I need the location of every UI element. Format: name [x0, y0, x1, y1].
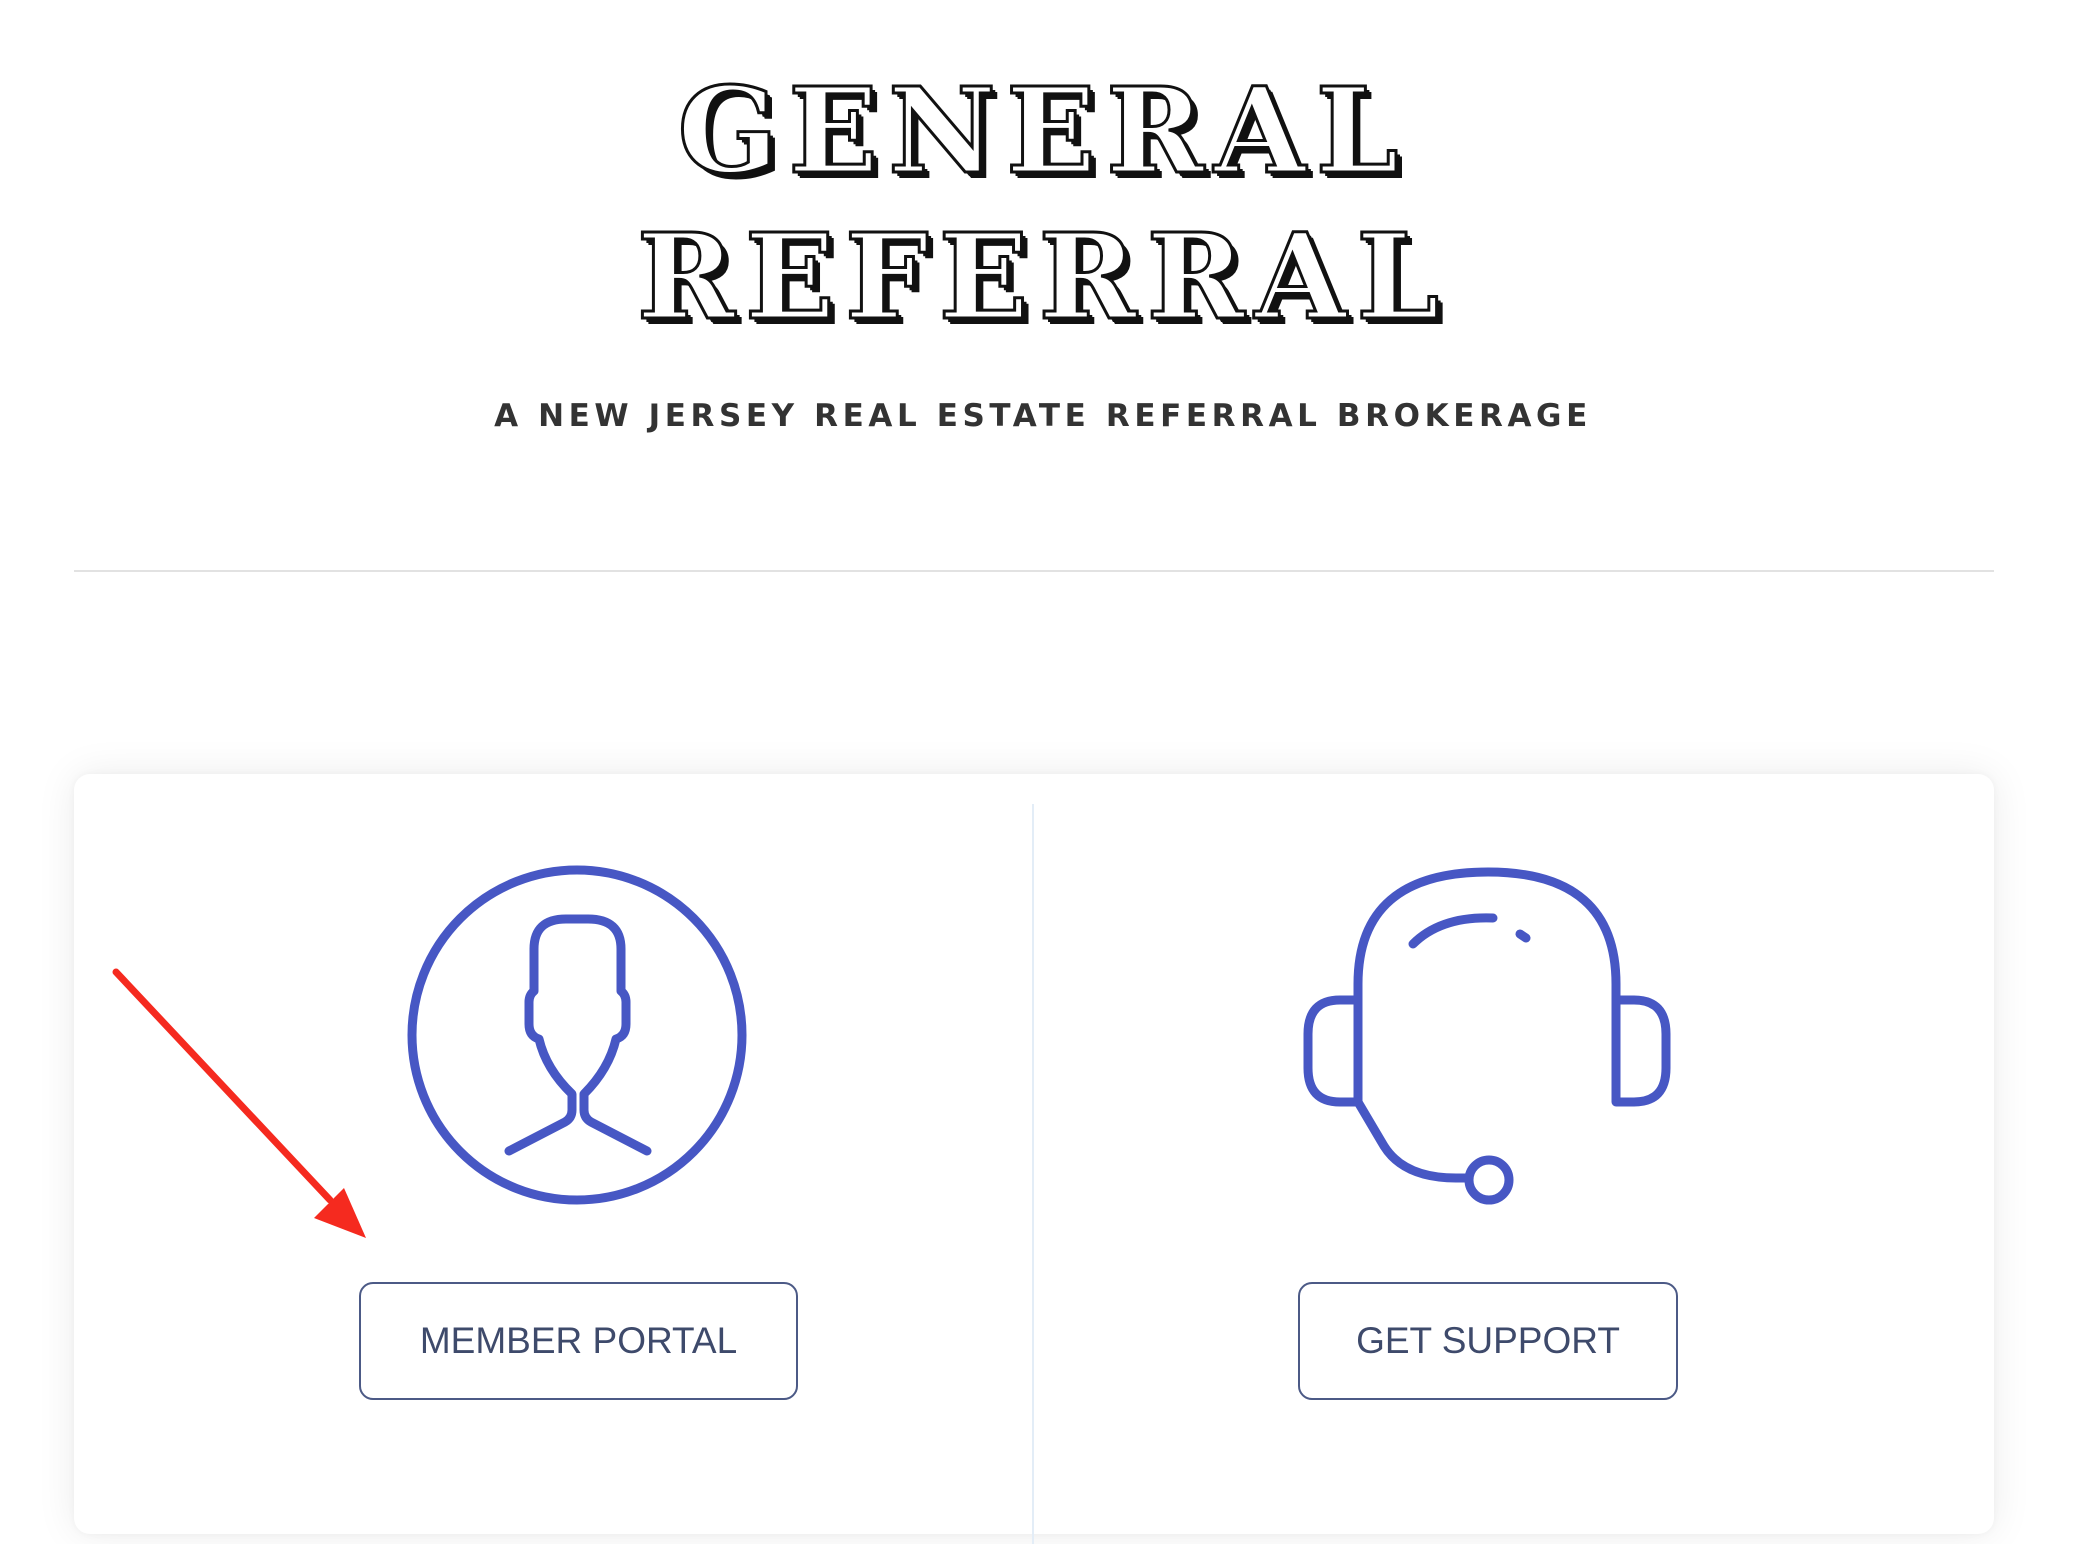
- headset-icon: [1300, 862, 1672, 1212]
- header-divider: [74, 570, 1994, 572]
- get-support-button[interactable]: GET SUPPORT: [1298, 1282, 1678, 1400]
- site-header: GENERAL REFERRAL A NEW JERSEY REAL ESTAT…: [0, 0, 2086, 580]
- site-title-line-2: REFERRAL: [635, 207, 1450, 346]
- column-divider: [1032, 804, 1034, 1544]
- red-arrow-icon: [100, 960, 380, 1250]
- member-portal-button[interactable]: MEMBER PORTAL: [359, 1282, 798, 1400]
- site-tagline: A NEW JERSEY REAL ESTATE REFERRAL BROKER…: [494, 398, 1592, 434]
- site-title-line-1: GENERAL: [676, 61, 1409, 200]
- user-circle-icon: [406, 864, 748, 1206]
